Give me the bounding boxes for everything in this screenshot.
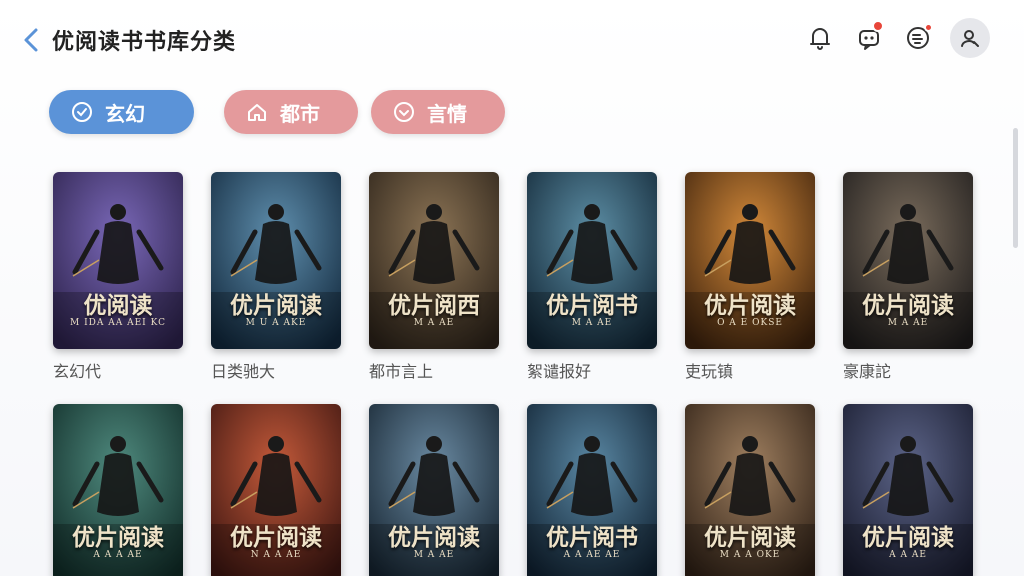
book-cover[interactable]: 优阅读 M IDA AA AEI KC [53,172,183,349]
cover-subtitle: A A A AE [93,550,143,560]
cover-subtitle: N A A AE [250,550,302,560]
book-cover[interactable]: 优片阅书 A A AE AE [527,404,657,576]
book-cover[interactable]: 优片阅读 M A AE [369,404,499,576]
cover-subtitle: M U A AKE [245,318,307,328]
cover-subtitle: M A AE [571,318,613,328]
cover-subtitle: M A A OKE [719,550,781,560]
book-title[interactable]: 絮谴报好 [527,358,591,382]
book-cover[interactable]: 优片阅读 M A AE [843,172,973,349]
cover-subtitle: A A AE AE [563,550,621,560]
cover-title: 优片阅西 [388,292,480,319]
book-cover[interactable]: 优片阅读 A A AE [843,404,973,576]
cover-title: 优片阅读 [230,524,322,551]
book-title[interactable]: 玄幻代 [53,358,101,382]
book-title[interactable]: 吏玩镇 [685,358,733,382]
cover-title: 优片阅读 [862,292,954,319]
cover-title: 优片阅读 [704,292,796,319]
cover-subtitle: M A AE [413,550,455,560]
cover-subtitle: M A AE [887,318,929,328]
cover-title: 优片阅书 [546,524,638,551]
book-cover[interactable]: 优片阅读 N A A AE [211,404,341,576]
book-grid: 优阅读 M IDA AA AEI KC 玄幻代 优片阅读 M U A AKE 日类驰大 优片… [0,0,1024,576]
book-cover[interactable]: 优片阅读 A A A AE [53,404,183,576]
book-cover[interactable]: 优片阅读 M A A OKE [685,404,815,576]
cover-subtitle: M A AE [413,318,455,328]
book-title[interactable]: 豪康詑 [843,358,891,382]
book-title[interactable]: 都市言上 [369,358,433,382]
cover-title: 优片阅读 [72,524,164,551]
cover-subtitle: M IDA AA AEI KC [70,318,166,328]
cover-title: 优片阅书 [546,292,638,319]
cover-subtitle: A A AE [889,550,927,560]
cover-title: 优片阅读 [388,524,480,551]
cover-title: 优片阅读 [862,524,954,551]
book-cover[interactable]: 优片阅读 M U A AKE [211,172,341,349]
cover-title: 优阅读 [83,292,153,319]
cover-title: 优片阅读 [704,524,796,551]
book-cover[interactable]: 优片阅西 M A AE [369,172,499,349]
cover-subtitle: O A E OKSE [717,318,783,328]
cover-title: 优片阅读 [230,292,322,319]
book-cover[interactable]: 优片阅读 O A E OKSE [685,172,815,349]
book-cover[interactable]: 优片阅书 M A AE [527,172,657,349]
book-title[interactable]: 日类驰大 [211,358,275,382]
